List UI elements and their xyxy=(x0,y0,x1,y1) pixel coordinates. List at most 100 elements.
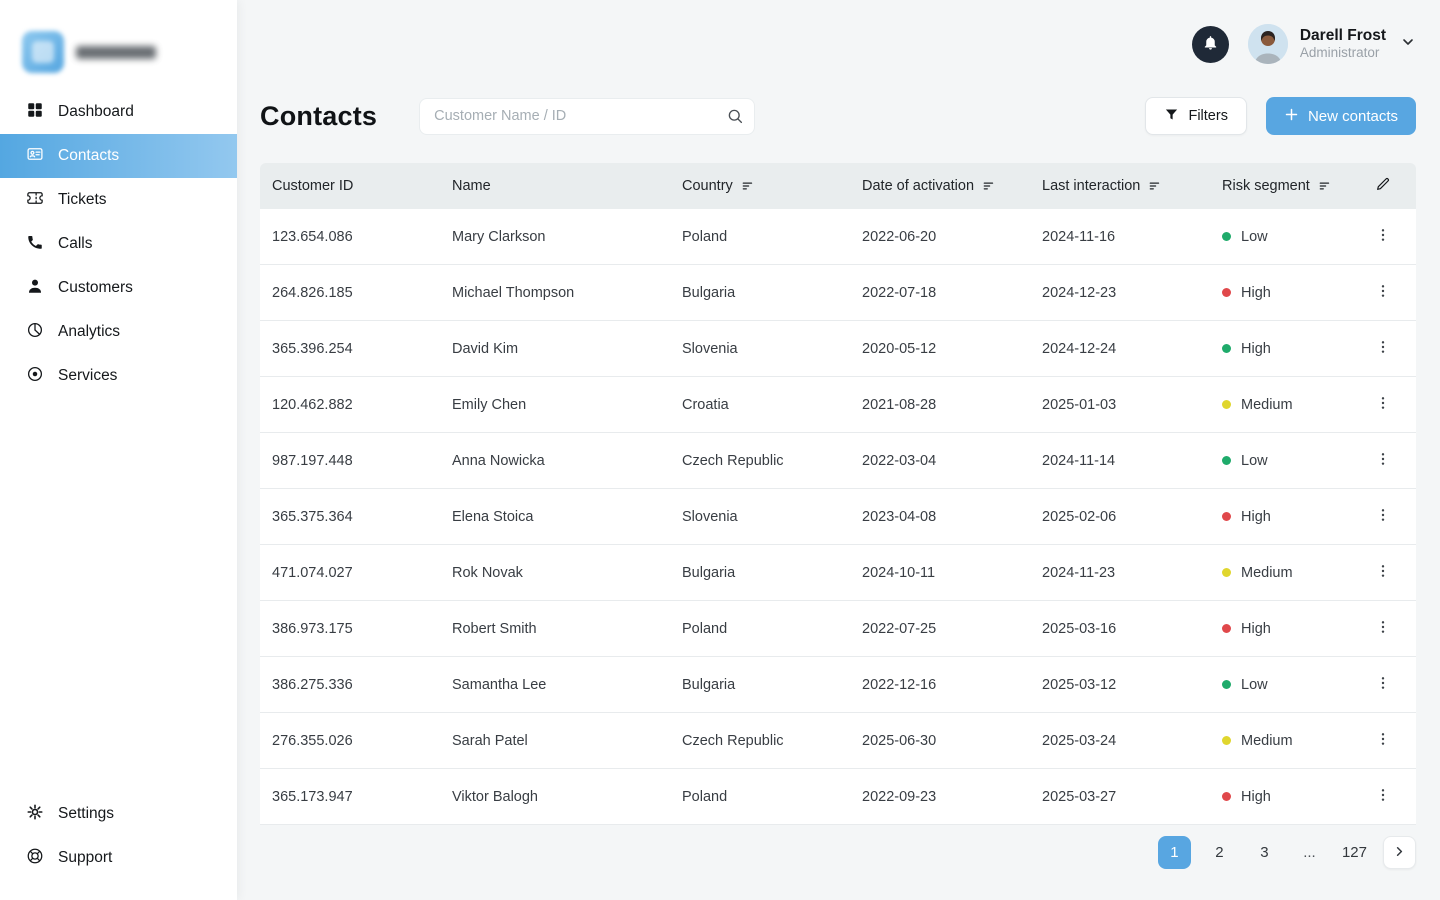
risk-dot xyxy=(1222,512,1231,521)
user-meta: Darell Frost Administrator xyxy=(1300,26,1386,62)
sort-icon[interactable] xyxy=(1148,179,1162,193)
sort-icon[interactable] xyxy=(982,179,996,193)
main-content: Darell Frost Administrator Contacts xyxy=(237,0,1440,900)
row-menu-button[interactable] xyxy=(1367,727,1399,754)
notifications-button[interactable] xyxy=(1192,26,1229,63)
logo-mark-icon xyxy=(22,31,64,73)
sidebar-item-dashboard[interactable]: Dashboard xyxy=(0,90,237,134)
column-header-country[interactable]: Country xyxy=(682,178,862,194)
cell-last-interaction: 2025-03-12 xyxy=(1042,677,1222,693)
column-label: Date of activation xyxy=(862,178,974,194)
cell-customer-id: 120.462.882 xyxy=(272,397,452,413)
cell-country: Poland xyxy=(682,789,862,805)
sidebar-item-analytics[interactable]: Analytics xyxy=(0,310,237,354)
pencil-icon[interactable] xyxy=(1375,176,1391,196)
sidebar-item-label: Tickets xyxy=(58,191,107,209)
contacts-icon xyxy=(26,145,44,168)
filters-button[interactable]: Filters xyxy=(1145,97,1246,135)
cell-country: Czech Republic xyxy=(682,453,862,469)
risk-dot xyxy=(1222,288,1231,297)
search-input[interactable] xyxy=(419,98,755,135)
risk-label: High xyxy=(1241,621,1271,637)
cell-last-interaction: 2025-03-27 xyxy=(1042,789,1222,805)
sidebar-item-customers[interactable]: Customers xyxy=(0,266,237,310)
row-menu-button[interactable] xyxy=(1367,783,1399,810)
row-menu-button[interactable] xyxy=(1367,223,1399,250)
column-header-date-of-activation[interactable]: Date of activation xyxy=(862,178,1042,194)
cell-date-of-activation: 2020-05-12 xyxy=(862,341,1042,357)
table-body: 123.654.086 Mary Clarkson Poland 2022-06… xyxy=(260,209,1416,825)
cell-date-of-activation: 2023-04-08 xyxy=(862,509,1042,525)
user-menu[interactable]: Darell Frost Administrator xyxy=(1229,24,1416,64)
sidebar-item-label: Dashboard xyxy=(58,103,134,121)
cell-name: Robert Smith xyxy=(452,621,682,637)
row-menu-button[interactable] xyxy=(1367,391,1399,418)
column-label: Customer ID xyxy=(272,178,353,194)
cell-customer-id: 987.197.448 xyxy=(272,453,452,469)
sidebar-nav: Dashboard Contacts xyxy=(0,90,237,398)
sidebar-item-tickets[interactable]: Tickets xyxy=(0,178,237,222)
cell-date-of-activation: 2022-12-16 xyxy=(862,677,1042,693)
table-row: 123.654.086 Mary Clarkson Poland 2022-06… xyxy=(260,209,1416,265)
row-menu-button[interactable] xyxy=(1367,559,1399,586)
cell-date-of-activation: 2025-06-30 xyxy=(862,733,1042,749)
row-menu-button[interactable] xyxy=(1367,279,1399,306)
sort-icon[interactable] xyxy=(1318,179,1332,193)
filters-button-label: Filters xyxy=(1188,108,1227,124)
row-menu-button[interactable] xyxy=(1367,503,1399,530)
risk-dot xyxy=(1222,624,1231,633)
table-row: 365.173.947 Viktor Balogh Poland 2022-09… xyxy=(260,769,1416,825)
search-icon[interactable] xyxy=(726,107,744,130)
risk-dot xyxy=(1222,568,1231,577)
row-menu-button[interactable] xyxy=(1367,671,1399,698)
new-contacts-button[interactable]: New contacts xyxy=(1266,97,1416,135)
funnel-icon xyxy=(1164,107,1179,126)
chevron-right-icon xyxy=(1392,844,1407,862)
ticket-icon xyxy=(26,189,44,212)
cell-name: Mary Clarkson xyxy=(452,229,682,245)
row-menu-button[interactable] xyxy=(1367,447,1399,474)
column-header-risk-segment[interactable]: Risk segment xyxy=(1222,178,1362,194)
cell-risk-segment: High xyxy=(1222,509,1362,525)
cell-actions xyxy=(1362,559,1404,586)
cell-country: Slovenia xyxy=(682,509,862,525)
pagination-page-127[interactable]: 127 xyxy=(1338,836,1371,869)
sidebar-item-contacts[interactable]: Contacts xyxy=(0,134,237,178)
sort-icon[interactable] xyxy=(741,179,755,193)
cell-name: Anna Nowicka xyxy=(452,453,682,469)
sidebar-item-settings[interactable]: Settings xyxy=(0,792,237,836)
topbar: Darell Frost Administrator xyxy=(260,0,1416,88)
dashboard-icon xyxy=(26,101,44,124)
row-menu-button[interactable] xyxy=(1367,615,1399,642)
cell-actions xyxy=(1362,279,1404,306)
row-menu-button[interactable] xyxy=(1367,335,1399,362)
risk-dot xyxy=(1222,456,1231,465)
cell-actions xyxy=(1362,391,1404,418)
cell-date-of-activation: 2022-03-04 xyxy=(862,453,1042,469)
risk-label: High xyxy=(1241,789,1271,805)
cell-actions xyxy=(1362,615,1404,642)
sidebar: Dashboard Contacts xyxy=(0,0,237,900)
sidebar-item-services[interactable]: Services xyxy=(0,354,237,398)
cell-risk-segment: Low xyxy=(1222,229,1362,245)
column-header-customer-id: Customer ID xyxy=(272,178,452,194)
table-row: 386.275.336 Samantha Lee Bulgaria 2022-1… xyxy=(260,657,1416,713)
cell-actions xyxy=(1362,671,1404,698)
pagination-page-3[interactable]: 3 xyxy=(1248,836,1281,869)
page-controls: Contacts Filters xyxy=(260,97,1416,135)
sidebar-item-support[interactable]: Support xyxy=(0,836,237,880)
cell-risk-segment: High xyxy=(1222,789,1362,805)
sidebar-item-label: Settings xyxy=(58,805,114,823)
sidebar-item-calls[interactable]: Calls xyxy=(0,222,237,266)
risk-label: High xyxy=(1241,509,1271,525)
cell-actions xyxy=(1362,335,1404,362)
cell-name: Samantha Lee xyxy=(452,677,682,693)
column-header-last-interaction[interactable]: Last interaction xyxy=(1042,178,1222,194)
risk-dot xyxy=(1222,400,1231,409)
pagination-page-2[interactable]: 2 xyxy=(1203,836,1236,869)
pagination-next-button[interactable] xyxy=(1383,836,1416,869)
pie-chart-icon xyxy=(26,321,44,344)
column-header-edit[interactable] xyxy=(1362,176,1404,196)
pagination-page-1[interactable]: 1 xyxy=(1158,836,1191,869)
gear-icon xyxy=(26,803,44,826)
